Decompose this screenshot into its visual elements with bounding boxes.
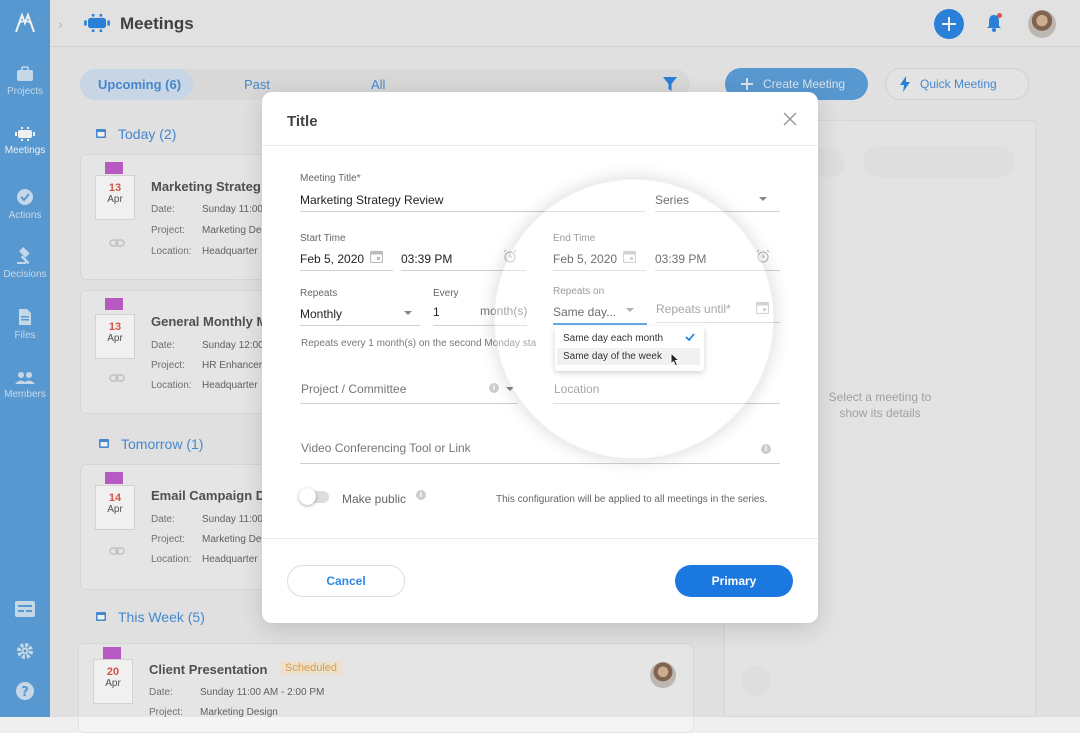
dialog-divider	[262, 538, 818, 539]
chevron-down-icon	[404, 311, 412, 315]
dialog-divider	[262, 145, 818, 146]
repeat-summary: Repeats every 1 month(s) on the second M…	[301, 338, 537, 349]
end-date-underline	[553, 270, 646, 271]
end-time-label: End Time	[553, 233, 596, 244]
repeats-label: Repeats	[300, 288, 338, 299]
repeats-on-select[interactable]: Same day...	[553, 305, 616, 319]
create-meeting-dialog: Title Meeting Title* Marketing Strategy …	[262, 92, 818, 623]
alarm-clock-icon[interactable]	[503, 249, 517, 263]
meeting-title-input[interactable]: Marketing Strategy Review	[300, 193, 443, 207]
video-conferencing-input[interactable]: Video Conferencing Tool or Link	[301, 441, 471, 455]
repeats-on-label: Repeats on	[553, 286, 605, 297]
end-time-input[interactable]: 03:39 PM	[655, 252, 706, 266]
repeats-underline	[300, 325, 420, 326]
start-time-label: Start Time	[300, 233, 346, 244]
every-label: Every	[433, 288, 459, 299]
meeting-title-label: Meeting Title*	[300, 173, 361, 184]
series-note: This configuration will be applied to al…	[496, 494, 768, 505]
make-public-label: Make public	[342, 492, 407, 506]
repeats-until-input[interactable]: Repeats until*	[656, 302, 731, 316]
primary-button[interactable]: Primary	[675, 565, 793, 597]
cancel-button[interactable]: Cancel	[287, 565, 405, 597]
chevron-down-icon	[759, 197, 767, 201]
series-select[interactable]: Series	[655, 193, 689, 207]
start-date-input[interactable]: Feb 5, 2020	[300, 252, 364, 266]
toggle-knob	[299, 488, 316, 505]
close-icon[interactable]	[783, 112, 797, 126]
check-icon	[685, 333, 695, 341]
info-icon: i	[416, 490, 426, 500]
project-underline	[300, 403, 518, 404]
meeting-title-underline	[300, 211, 645, 212]
every-underline	[433, 325, 527, 326]
mouse-cursor-icon	[670, 352, 680, 367]
calendar-icon[interactable]	[370, 250, 383, 263]
project-committee-select[interactable]: Project / Committee	[301, 382, 406, 396]
start-date-underline	[300, 270, 393, 271]
repeats-on-dropdown: Same day each month Same day of the week	[555, 326, 704, 371]
repeats-until-underline	[656, 322, 780, 323]
chevron-down-icon	[626, 308, 634, 312]
dialog-title: Title	[287, 113, 318, 130]
make-public-toggle[interactable]	[299, 488, 329, 505]
repeats-select[interactable]: Monthly	[300, 307, 342, 321]
end-time-underline	[655, 270, 780, 271]
end-date-input[interactable]: Feb 5, 2020	[553, 252, 617, 266]
alarm-clock-icon[interactable]	[756, 249, 770, 263]
dropdown-option-same-day-each-month[interactable]: Same day each month	[563, 333, 663, 344]
location-underline	[553, 403, 780, 404]
calendar-icon[interactable]	[756, 301, 769, 314]
every-unit: month(s)	[480, 304, 528, 318]
calendar-icon[interactable]	[623, 250, 636, 263]
info-icon: i	[489, 383, 499, 393]
video-underline	[300, 463, 780, 464]
start-time-input[interactable]: 03:39 PM	[401, 252, 452, 266]
info-icon: i	[761, 444, 771, 454]
dropdown-option-same-day-of-the-week[interactable]: Same day of the week	[563, 351, 662, 362]
location-input[interactable]: Location	[554, 382, 599, 396]
magnifier-highlight	[494, 179, 774, 459]
chevron-down-icon	[506, 387, 514, 391]
every-input[interactable]: 1	[433, 305, 440, 319]
series-underline	[655, 211, 780, 212]
start-time-underline	[401, 270, 526, 271]
repeats-on-underline	[553, 323, 647, 325]
